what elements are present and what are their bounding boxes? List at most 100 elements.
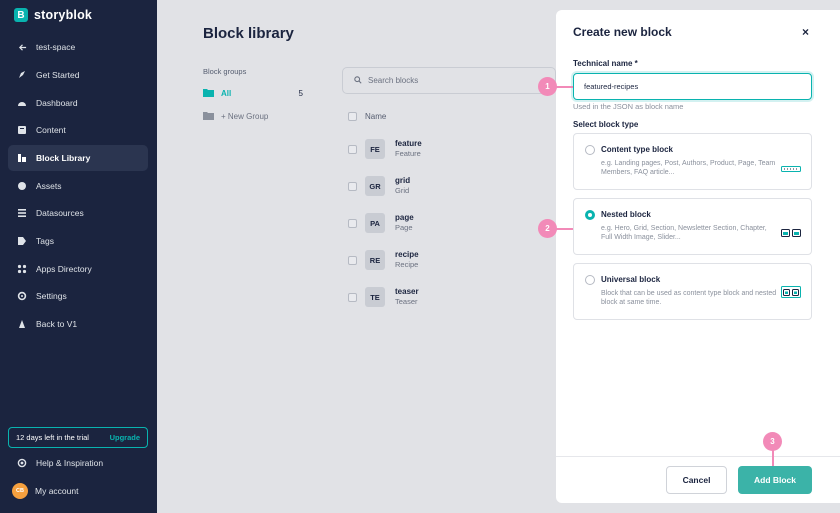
row-checkbox[interactable] bbox=[348, 218, 357, 228]
block-badge: TE bbox=[365, 287, 385, 307]
content-type-icon bbox=[781, 159, 801, 177]
group-all-count: 5 bbox=[298, 89, 303, 98]
search-icon bbox=[354, 75, 362, 86]
list-item[interactable]: PA page Page bbox=[348, 213, 414, 233]
block-display-name: Page bbox=[395, 223, 413, 232]
technical-name-help: Used in the JSON as block name bbox=[573, 102, 684, 111]
option-nested-block[interactable]: Nested block e.g. Hero, Grid, Section, N… bbox=[573, 198, 812, 255]
upgrade-link[interactable]: Upgrade bbox=[110, 433, 140, 442]
row-checkbox[interactable] bbox=[348, 144, 357, 154]
block-name: feature bbox=[395, 139, 422, 148]
list-item[interactable]: RE recipe Recipe bbox=[348, 250, 419, 270]
sidebar-item-tags[interactable]: Tags bbox=[8, 228, 148, 254]
block-display-name: Feature bbox=[395, 149, 421, 158]
sidebar-item-get-started[interactable]: Get Started bbox=[8, 62, 148, 88]
nested-block-radio[interactable] bbox=[585, 210, 595, 220]
back-to-v1-icon bbox=[17, 319, 27, 329]
block-library-icon bbox=[17, 153, 27, 163]
help-label: Help & Inspiration bbox=[36, 458, 104, 468]
option-title: Universal block bbox=[601, 275, 661, 284]
select-all-checkbox[interactable] bbox=[348, 112, 357, 121]
universal-block-radio[interactable] bbox=[585, 275, 595, 285]
brand-name: storyblok bbox=[34, 8, 93, 22]
sidebar-item-apps-directory[interactable]: Apps Directory bbox=[8, 256, 148, 282]
row-checkbox[interactable] bbox=[348, 255, 357, 265]
universal-block-icon bbox=[781, 285, 801, 303]
block-name: grid bbox=[395, 176, 411, 185]
sidebar-item-back-space[interactable]: test-space bbox=[8, 34, 148, 60]
sidebar-item-settings[interactable]: Settings bbox=[8, 283, 148, 309]
sidebar-item-content[interactable]: Content bbox=[8, 117, 148, 143]
list-header: Name bbox=[348, 112, 386, 121]
block-display-name: Recipe bbox=[395, 260, 419, 269]
step-marker-2: 2 bbox=[538, 219, 557, 238]
sidebar-item-block-library[interactable]: Block Library bbox=[8, 145, 148, 171]
option-universal-block[interactable]: Universal block Block that can be used a… bbox=[573, 263, 812, 320]
sidebar-item-dashboard[interactable]: Dashboard bbox=[8, 90, 148, 116]
block-display-name: Grid bbox=[395, 186, 410, 195]
apps-icon bbox=[17, 264, 27, 274]
sidebar-item-label: Settings bbox=[36, 291, 67, 301]
panel-title: Create new block bbox=[573, 25, 672, 39]
my-account-link[interactable]: CB My account bbox=[8, 478, 148, 504]
cancel-button[interactable]: Cancel bbox=[666, 466, 727, 494]
step-1-connector bbox=[556, 86, 573, 88]
sidebar-item-back-to-v1[interactable]: Back to V1 bbox=[8, 311, 148, 337]
list-item[interactable]: FE feature Feature bbox=[348, 139, 422, 159]
datasources-icon bbox=[17, 208, 27, 218]
block-groups-label: Block groups bbox=[203, 67, 247, 76]
arrow-left-icon bbox=[17, 42, 27, 52]
sidebar-item-assets[interactable]: Assets bbox=[8, 173, 148, 199]
add-block-button[interactable]: Add Block bbox=[738, 466, 812, 494]
help-icon bbox=[17, 458, 27, 468]
option-title: Nested block bbox=[601, 210, 651, 219]
group-all[interactable]: All 5 bbox=[203, 88, 303, 99]
sidebar-item-label: Dashboard bbox=[36, 98, 78, 108]
sidebar-item-label: Assets bbox=[36, 181, 62, 191]
list-item[interactable]: TE teaser Teaser bbox=[348, 287, 419, 307]
option-description: Block that can be used as content type b… bbox=[601, 290, 777, 307]
rocket-icon bbox=[17, 70, 27, 80]
trial-text: 12 days left in the trial bbox=[16, 433, 89, 442]
tag-icon bbox=[17, 236, 27, 246]
step-3-connector bbox=[772, 449, 774, 466]
gear-icon bbox=[17, 291, 27, 301]
block-badge: PA bbox=[365, 213, 385, 233]
content-icon bbox=[17, 125, 27, 135]
block-name: recipe bbox=[395, 250, 419, 259]
create-block-panel: Create new block × Technical name * feat… bbox=[556, 10, 840, 503]
sidebar-item-datasources[interactable]: Datasources bbox=[8, 200, 148, 226]
sidebar-item-label: Back to V1 bbox=[36, 319, 78, 329]
list-item[interactable]: GR grid Grid bbox=[348, 176, 410, 196]
new-group-button[interactable]: + New Group bbox=[203, 111, 268, 122]
step-marker-3: 3 bbox=[763, 432, 782, 451]
content-type-radio[interactable] bbox=[585, 145, 595, 155]
sidebar-item-label: Get Started bbox=[36, 70, 80, 80]
block-badge: RE bbox=[365, 250, 385, 270]
sidebar-item-label: test-space bbox=[36, 42, 76, 52]
sidebar-item-label: Content bbox=[36, 125, 66, 135]
panel-footer-divider bbox=[556, 456, 840, 457]
new-group-label: + New Group bbox=[221, 112, 269, 121]
trial-banner: 12 days left in the trial Upgrade bbox=[8, 427, 148, 448]
nested-block-icon bbox=[781, 224, 801, 242]
help-inspiration-link[interactable]: Help & Inspiration bbox=[8, 450, 148, 476]
technical-name-input[interactable]: featured-recipes bbox=[573, 73, 812, 100]
storyblok-logo[interactable]: B storyblok bbox=[14, 8, 92, 22]
search-input[interactable]: Search blocks bbox=[342, 67, 556, 94]
technical-name-label: Technical name * bbox=[573, 59, 638, 68]
folder-icon bbox=[203, 111, 214, 122]
option-content-type-block[interactable]: Content type block e.g. Landing pages, P… bbox=[573, 133, 812, 190]
page-title: Block library bbox=[203, 25, 294, 42]
option-description: e.g. Hero, Grid, Section, Newsletter Sec… bbox=[601, 225, 767, 242]
row-checkbox[interactable] bbox=[348, 181, 357, 191]
folder-icon bbox=[203, 88, 214, 99]
account-label: My account bbox=[35, 486, 79, 496]
sidebar-item-label: Datasources bbox=[36, 208, 84, 218]
block-type-label: Select block type bbox=[573, 120, 639, 129]
option-description: e.g. Landing pages, Post, Authors, Produ… bbox=[601, 160, 776, 177]
close-icon[interactable]: × bbox=[802, 25, 809, 39]
assets-icon bbox=[17, 181, 27, 191]
row-checkbox[interactable] bbox=[348, 292, 357, 302]
group-all-label: All bbox=[221, 89, 232, 98]
